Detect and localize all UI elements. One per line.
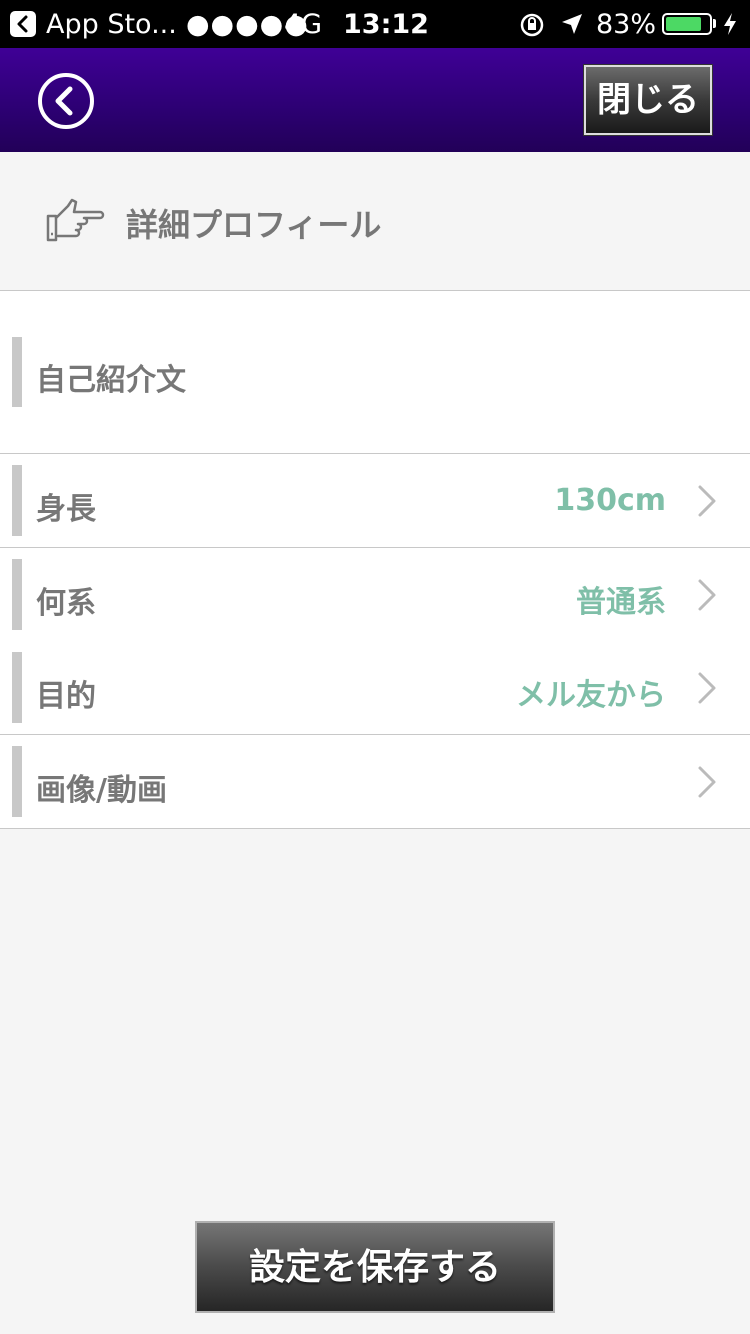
self-introduction-row[interactable]: 自己紹介文 bbox=[0, 291, 750, 454]
profile-row-purpose[interactable]: 目的 メル友から bbox=[0, 641, 750, 735]
back-button[interactable] bbox=[38, 73, 94, 129]
nav-bar: 閉じる bbox=[0, 48, 750, 154]
chevron-right-icon bbox=[696, 578, 718, 616]
back-app-label[interactable]: App Sto... bbox=[46, 9, 177, 40]
row-accent-bar bbox=[12, 746, 22, 817]
row-accent-bar bbox=[12, 465, 22, 536]
battery-percent: 83% bbox=[596, 9, 657, 40]
chevron-right-icon bbox=[696, 484, 718, 522]
row-value: 普通系 bbox=[576, 585, 666, 620]
rotation-lock-icon bbox=[518, 12, 546, 45]
row-value: メル友から bbox=[516, 678, 666, 713]
row-label: 身長 bbox=[36, 492, 96, 527]
row-label: 目的 bbox=[36, 679, 96, 714]
battery-icon bbox=[662, 13, 712, 35]
row-label: 何系 bbox=[36, 586, 96, 621]
chevron-right-icon bbox=[696, 671, 718, 709]
profile-row-media[interactable]: 画像/動画 bbox=[0, 735, 750, 829]
row-accent-bar bbox=[12, 652, 22, 723]
status-bar: App Sto... ●●●●● 4G 13:12 83% bbox=[0, 0, 750, 48]
close-button[interactable]: 閉じる bbox=[584, 65, 712, 135]
battery-tip bbox=[713, 19, 716, 28]
location-arrow-icon bbox=[560, 12, 584, 43]
section-title: 詳細プロフィール bbox=[126, 206, 382, 244]
row-value: 130cm bbox=[554, 483, 666, 518]
self-introduction-label: 自己紹介文 bbox=[36, 363, 186, 398]
row-accent-bar bbox=[12, 559, 22, 630]
charging-bolt-icon bbox=[722, 12, 738, 43]
profile-row-type[interactable]: 何系 普通系 bbox=[0, 548, 750, 642]
clock: 13:12 bbox=[343, 9, 429, 40]
row-accent-bar bbox=[12, 337, 22, 407]
profile-row-height[interactable]: 身長 130cm bbox=[0, 454, 750, 548]
chevron-right-icon bbox=[696, 765, 718, 803]
row-label: 画像/動画 bbox=[36, 773, 167, 808]
chevron-left-icon bbox=[55, 86, 73, 116]
save-settings-button[interactable]: 設定を保存する bbox=[195, 1221, 555, 1313]
pointing-hand-icon bbox=[44, 196, 106, 248]
network-type: 4G bbox=[284, 9, 323, 40]
back-to-app-icon[interactable] bbox=[10, 11, 36, 37]
